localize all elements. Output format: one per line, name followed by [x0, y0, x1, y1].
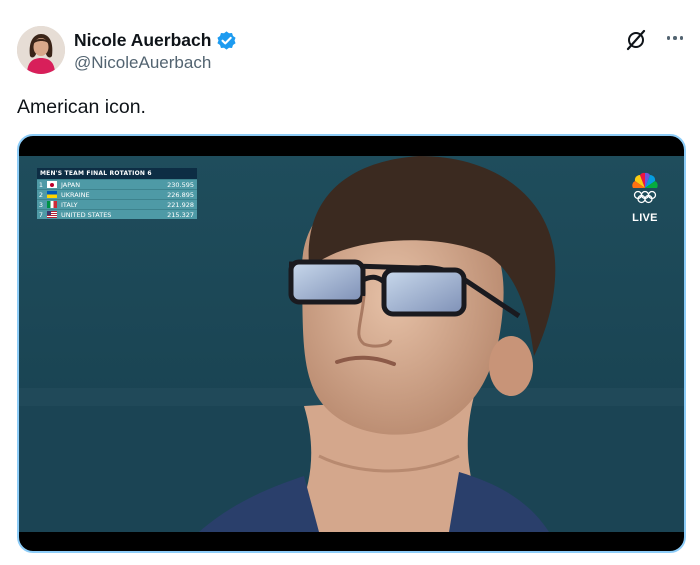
scoreboard-row: 3 ITALY 221.928 — [37, 199, 197, 209]
score: 215.327 — [167, 210, 194, 219]
grok-icon[interactable] — [624, 28, 648, 52]
scoreboard-row: 1 JAPAN 230.595 — [37, 179, 197, 189]
verified-badge-icon[interactable] — [216, 30, 237, 51]
country: UNITED STATES — [61, 210, 112, 219]
score: 226.895 — [167, 190, 194, 199]
rank: 1 — [38, 180, 44, 189]
italy-flag-icon — [47, 201, 57, 208]
tweet-header: Nicole Auerbach @NicoleAuerbach — [17, 26, 688, 78]
scoreboard: MEN'S TEAM FINAL ROTATION 6 1 JAPAN 230.… — [37, 168, 197, 219]
usa-flag-icon — [47, 211, 57, 218]
author-handle[interactable]: @NicoleAuerbach — [74, 51, 237, 75]
country: UKRAINE — [61, 190, 90, 199]
more-icon[interactable] — [662, 26, 688, 50]
scoreboard-title: MEN'S TEAM FINAL ROTATION 6 — [37, 168, 197, 179]
live-label: LIVE — [632, 212, 658, 224]
nbc-olympics-icon — [632, 172, 658, 204]
ukraine-flag-icon — [47, 191, 57, 198]
tweet-text: American icon. — [17, 96, 146, 118]
nbc-live-bug: LIVE — [628, 172, 662, 224]
scoreboard-row: 7 UNITED STATES 215.327 — [37, 209, 197, 219]
japan-flag-icon — [47, 181, 57, 188]
score: 221.928 — [167, 200, 194, 209]
country: ITALY — [61, 200, 78, 209]
scoreboard-row: 2 UKRAINE 226.895 — [37, 189, 197, 199]
tweet-media[interactable]: MEN'S TEAM FINAL ROTATION 6 1 JAPAN 230.… — [17, 134, 686, 553]
rank: 3 — [38, 200, 44, 209]
author-avatar[interactable] — [17, 26, 65, 74]
country: JAPAN — [61, 180, 81, 189]
rank: 2 — [38, 190, 44, 199]
score: 230.595 — [167, 180, 194, 189]
rank: 7 — [38, 210, 44, 219]
author-display-name[interactable]: Nicole Auerbach — [74, 30, 211, 51]
